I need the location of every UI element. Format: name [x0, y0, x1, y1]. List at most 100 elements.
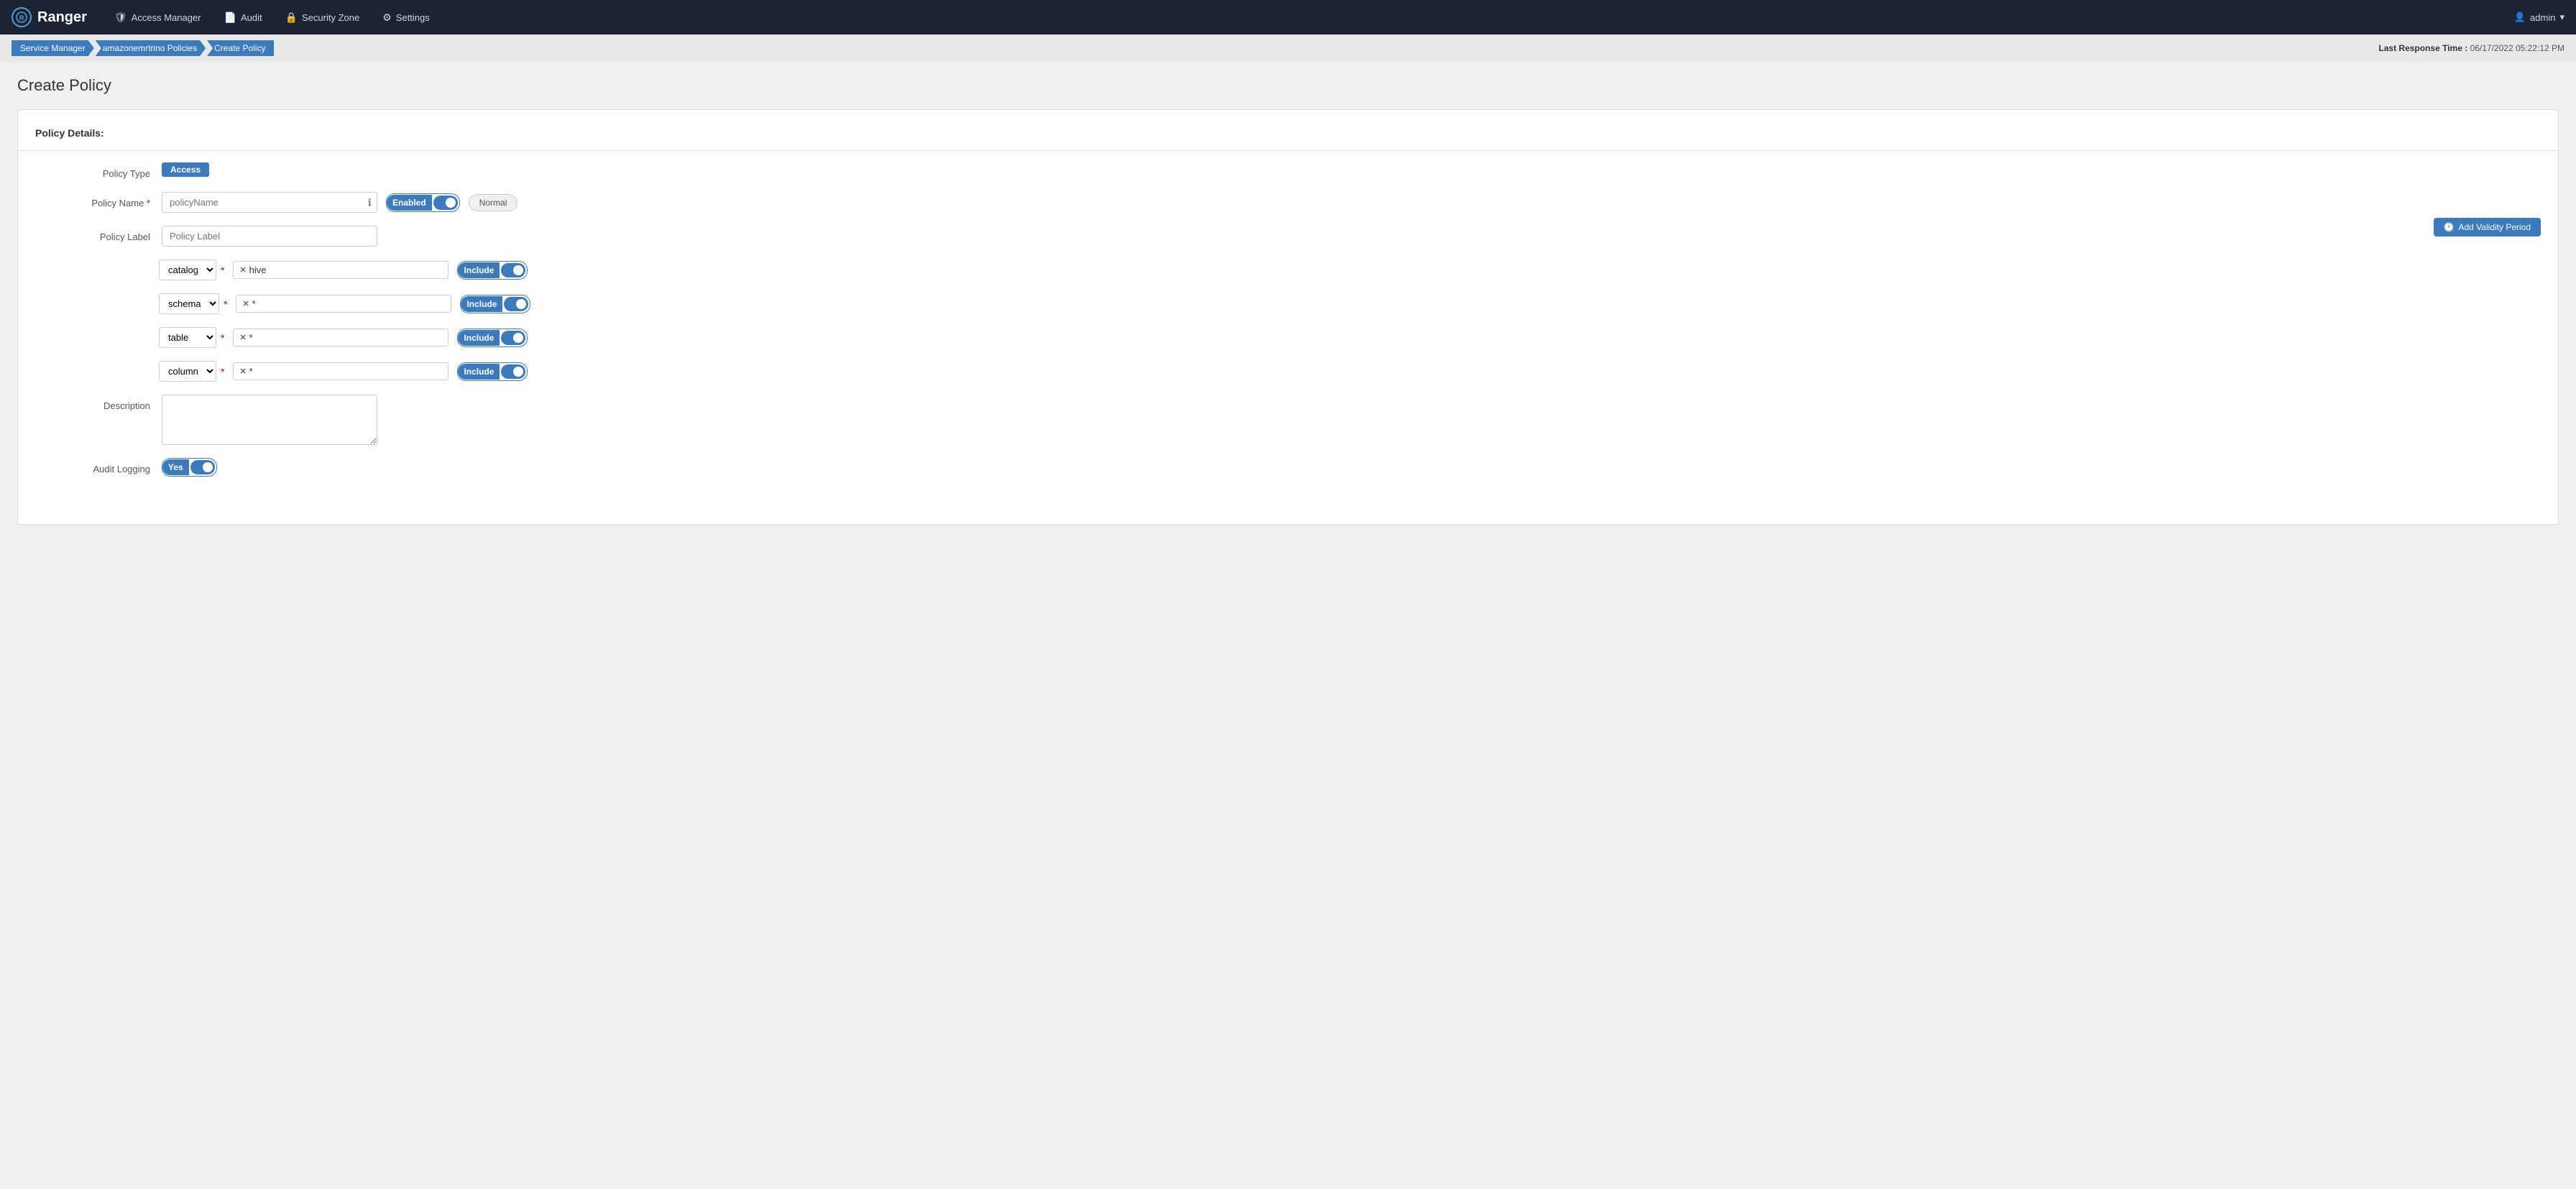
policy-type-badge: Access [162, 162, 209, 177]
column-tag-star-remove[interactable]: ✕ [239, 367, 246, 376]
policy-name-content: ℹ Enabled Normal [162, 192, 2541, 213]
breadcrumb-item-service-manager[interactable]: Service Manager [12, 40, 94, 56]
schema-include-toggle-combo: Include [460, 295, 530, 313]
description-textarea[interactable] [162, 395, 377, 445]
catalog-required: * [221, 265, 224, 276]
navbar: R Ranger 🛡 Access Manager 📄 Audit 🔒 Secu… [0, 0, 2576, 35]
table-required: * [221, 332, 224, 344]
add-validity-period-button[interactable]: 🕐 Add Validity Period [2434, 218, 2541, 237]
catalog-tag-hive: ✕ hive [239, 265, 266, 275]
audit-logging-label: Audit Logging [35, 458, 150, 474]
policy-name-input-wrapper: ℹ [162, 192, 377, 213]
policy-label-label: Policy Label [35, 226, 150, 242]
info-icon: ℹ [368, 196, 372, 208]
table-select-wrapper: table * [159, 327, 224, 348]
breadcrumb-bar: Service Manager amazonemrtrino Policies … [0, 35, 2576, 62]
audit-logging-row: Audit Logging Yes [35, 458, 2541, 477]
last-response-time: Last Response Time : 06/17/2022 05:22:12… [2378, 43, 2564, 53]
schema-required: * [224, 298, 227, 310]
enabled-label-text: Enabled [387, 195, 432, 211]
catalog-select[interactable]: catalog [159, 260, 216, 280]
shield-icon: 🛡 [114, 12, 127, 24]
policy-type-row: Policy Type Access [35, 162, 2541, 179]
policy-name-label: Policy Name * [35, 192, 150, 208]
schema-include-label: Include [461, 296, 502, 312]
schema-include-toggle[interactable] [504, 297, 528, 311]
clock-icon: 🕐 [2444, 222, 2455, 232]
resource-row-schema: schema * ✕ * Include [35, 293, 2541, 314]
column-select-wrapper: column * [159, 361, 224, 382]
nav-item-access-manager[interactable]: 🛡 Access Manager [104, 6, 211, 29]
schema-tag-star-remove[interactable]: ✕ [242, 299, 249, 308]
form-body: Policy Type Access Policy Name * ℹ [18, 151, 2558, 507]
page-title: Create Policy [17, 76, 2559, 95]
policy-name-required: * [147, 198, 150, 208]
policy-type-content: Access [162, 162, 2541, 177]
description-row: Description [35, 395, 2541, 445]
admin-menu[interactable]: 👤 admin ▾ [2514, 12, 2564, 23]
audit-icon: 📄 [224, 12, 236, 24]
column-select[interactable]: column [159, 361, 216, 382]
table-include-label: Include [458, 330, 500, 346]
enabled-toggle-combo: Enabled [386, 193, 460, 212]
catalog-include-toggle[interactable] [501, 263, 525, 277]
column-spacer [35, 369, 150, 374]
catalog-include-toggle-combo: Include [457, 261, 528, 280]
description-label: Description [35, 395, 150, 411]
policy-label-content [162, 226, 2541, 247]
resource-row-column: column * ✕ * Include [35, 361, 2541, 382]
breadcrumb-item-policies[interactable]: amazonemrtrino Policies [96, 40, 206, 56]
table-spacer [35, 336, 150, 340]
schema-tag-star: ✕ * [242, 298, 255, 309]
table-include-toggle[interactable] [501, 331, 525, 345]
brand[interactable]: R Ranger [12, 7, 87, 27]
column-include-label: Include [458, 364, 500, 380]
column-include-toggle[interactable] [501, 364, 525, 379]
schema-spacer [35, 302, 150, 306]
description-content [162, 395, 2541, 445]
policy-type-label: Policy Type [35, 162, 150, 179]
card-section-title: Policy Details: [18, 127, 2558, 151]
column-include-toggle-combo: Include [457, 362, 528, 381]
policy-name-input[interactable] [162, 192, 377, 213]
catalog-tag-hive-remove[interactable]: ✕ [239, 265, 246, 275]
resource-row-catalog: catalog * ✕ hive Include [35, 260, 2541, 280]
breadcrumb-item-create-policy[interactable]: Create Policy [207, 40, 274, 56]
schema-select-wrapper: schema * [159, 293, 227, 314]
audit-logging-toggle[interactable] [190, 460, 215, 474]
policy-label-input[interactable] [162, 226, 377, 247]
schema-tag-input[interactable]: ✕ * [236, 295, 451, 313]
column-tag-star: ✕ * [239, 366, 252, 377]
enabled-toggle[interactable] [433, 196, 458, 210]
svg-text:R: R [19, 14, 24, 22]
policy-label-row: Policy Label [35, 226, 2541, 247]
nav-item-audit[interactable]: 📄 Audit [214, 6, 272, 29]
audit-logging-content: Yes [162, 458, 2541, 477]
nav-item-security-zone[interactable]: 🔒 Security Zone [275, 6, 370, 29]
admin-avatar-icon: 👤 [2514, 12, 2526, 23]
audit-logging-yes-label: Yes [162, 459, 189, 475]
gear-icon: ⚙ [382, 12, 392, 24]
normal-button[interactable]: Normal [469, 194, 518, 211]
table-tag-input[interactable]: ✕ * [233, 329, 448, 346]
audit-logging-toggle-combo: Yes [162, 458, 217, 477]
chevron-down-icon: ▾ [2559, 12, 2564, 23]
catalog-tag-input[interactable]: ✕ hive [233, 261, 448, 279]
policy-details-card: Policy Details: 🕐 Add Validity Period Po… [17, 109, 2559, 525]
table-tag-star-remove[interactable]: ✕ [239, 333, 246, 342]
column-required: * [221, 366, 224, 377]
catalog-select-wrapper: catalog * [159, 260, 224, 280]
catalog-spacer [35, 268, 150, 272]
nav-menu: 🛡 Access Manager 📄 Audit 🔒 Security Zone… [104, 6, 2514, 29]
table-include-toggle-combo: Include [457, 329, 528, 347]
column-tag-input[interactable]: ✕ * [233, 362, 448, 380]
nav-item-settings[interactable]: ⚙ Settings [372, 6, 440, 29]
resource-row-table: table * ✕ * Include [35, 327, 2541, 348]
table-select[interactable]: table [159, 327, 216, 348]
catalog-include-label: Include [458, 262, 500, 278]
table-tag-star: ✕ * [239, 332, 252, 343]
policy-name-row: Policy Name * ℹ Enabled [35, 192, 2541, 213]
breadcrumb: Service Manager amazonemrtrino Policies … [12, 40, 275, 56]
schema-select[interactable]: schema [159, 293, 219, 314]
lock-icon: 🔒 [285, 12, 298, 24]
